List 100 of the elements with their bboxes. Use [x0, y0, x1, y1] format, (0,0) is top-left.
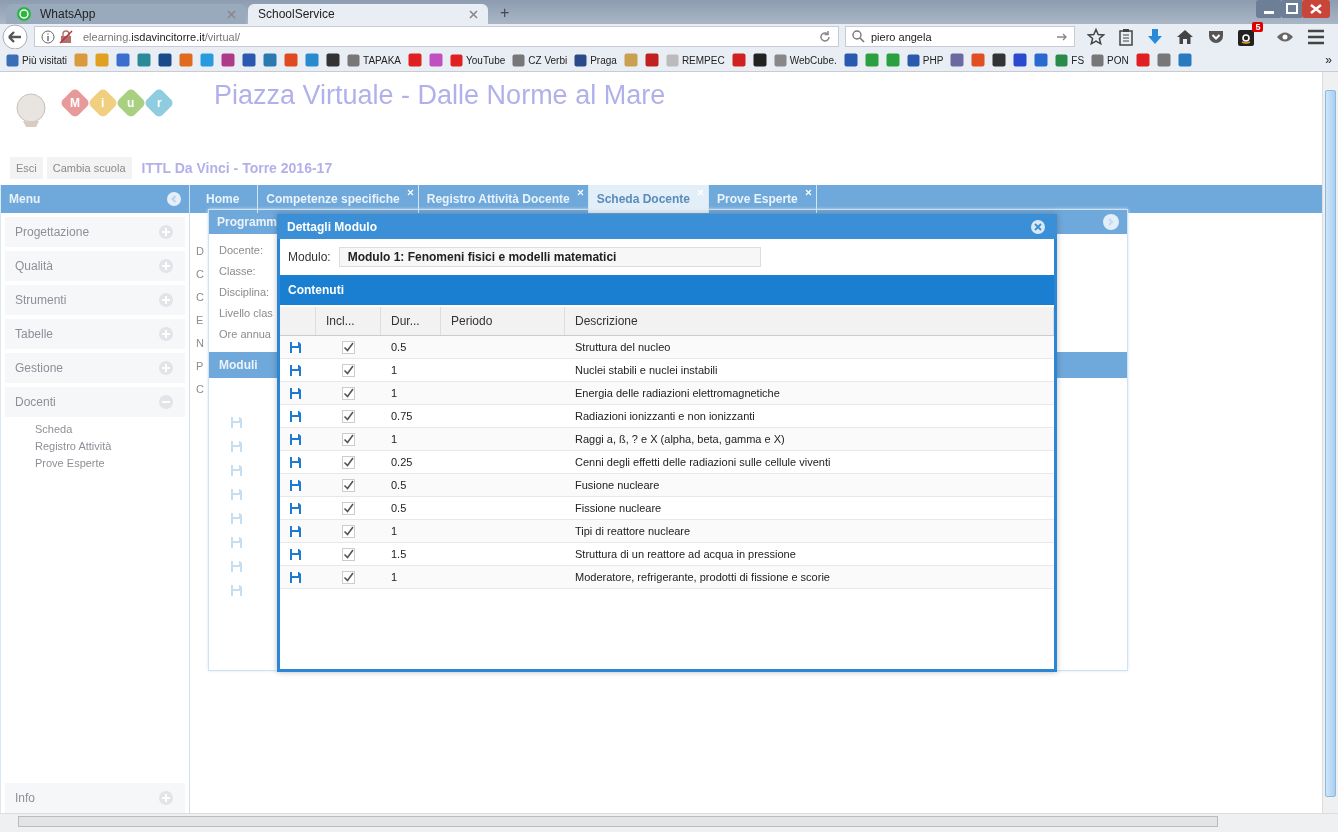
- download-icon[interactable]: [1147, 27, 1164, 46]
- window-controls[interactable]: [1256, 0, 1330, 18]
- text-fragment: C: [196, 383, 205, 395]
- bookmark-link[interactable]: Più visitati: [22, 54, 67, 66]
- text-fragment: D: [196, 245, 205, 257]
- emblem-icon: [14, 90, 48, 129]
- table-cell: Fusione nucleare: [575, 479, 660, 491]
- star-icon[interactable]: [1087, 27, 1106, 46]
- bookmark-link[interactable]: REMPEC: [681, 54, 725, 66]
- checkbox[interactable]: [342, 547, 355, 561]
- table-cell: Struttura del nucleo: [575, 341, 671, 353]
- table-cell: 0.5: [391, 479, 407, 491]
- save-icon[interactable]: [290, 410, 301, 422]
- close-icon[interactable]: [469, 9, 478, 19]
- arrow-right-icon[interactable]: [1057, 31, 1068, 42]
- column-header[interactable]: Dur...: [381, 307, 441, 335]
- info-icon[interactable]: [41, 29, 55, 44]
- checkbox[interactable]: [342, 432, 355, 446]
- table-cell: 0.5: [391, 502, 407, 514]
- checkbox[interactable]: [342, 478, 355, 492]
- bookmark-icon[interactable]: [752, 53, 767, 67]
- search-field[interactable]: piero angela: [845, 26, 1075, 47]
- table-cell: 1: [391, 525, 398, 537]
- column-header[interactable]: Periodo: [441, 307, 565, 335]
- table-cell: Energia delle radiazioni elettromagnetiche: [575, 387, 780, 399]
- collapse-icon[interactable]: [167, 192, 181, 206]
- bookmark-link[interactable]: Praga: [590, 54, 617, 66]
- panel-title: Programm: [217, 215, 278, 229]
- table-cell: Cenni degli effetti delle radiazioni sulle cellule viventi: [575, 456, 831, 468]
- url-text[interactable]: elearning.isdavincitorre.it/virtual/: [83, 30, 241, 43]
- expand-icon: [159, 395, 173, 409]
- bookmark-link[interactable]: YouTube: [466, 54, 506, 66]
- browser-tab[interactable]: SchoolService: [248, 4, 488, 24]
- module-field[interactable]: Modulo 1: Fenomeni fisici e modelli matematici: [338, 247, 761, 267]
- vertical-scrollbar[interactable]: [1322, 72, 1338, 813]
- table-cell: Tipi di reattore nucleare: [575, 525, 691, 537]
- table-cell: Moderatore, refrigerante, prodotti di fissione e scorie: [575, 571, 830, 583]
- bookmark-link[interactable]: CZ Verbi: [528, 54, 568, 66]
- horizontal-scrollbar[interactable]: [0, 813, 1338, 832]
- save-icon[interactable]: [290, 364, 301, 376]
- checkbox[interactable]: [342, 570, 355, 584]
- checkbox[interactable]: [342, 340, 355, 354]
- bookmark-icon[interactable]: [1013, 53, 1028, 67]
- address-bar[interactable]: elearning.isdavincitorre.it/virtual/: [34, 26, 839, 47]
- column-header[interactable]: Incl...: [316, 307, 381, 335]
- expand-icon: [159, 791, 173, 805]
- text-fragment: E: [196, 314, 205, 326]
- bookmark-link[interactable]: PHP: [922, 54, 944, 66]
- back-button[interactable]: [2, 23, 28, 50]
- expand-icon: [159, 259, 173, 273]
- checkbox[interactable]: [342, 524, 355, 538]
- logo: M i u r: [62, 85, 180, 134]
- table-cell: 1: [391, 387, 398, 399]
- menu-icon[interactable]: [1307, 28, 1326, 45]
- checkbox[interactable]: [342, 363, 355, 377]
- new-tab-button[interactable]: +: [490, 4, 520, 24]
- expand-icon: [159, 293, 173, 307]
- close-icon[interactable]: [1031, 219, 1045, 234]
- save-icon[interactable]: [290, 525, 301, 537]
- save-icon[interactable]: [290, 456, 301, 468]
- expand-icon: [159, 225, 173, 239]
- field-label: Disciplina:: [219, 286, 270, 298]
- clipboard-list-icon[interactable]: [1118, 27, 1135, 46]
- field-label: Docente:: [219, 244, 264, 256]
- save-icon[interactable]: [290, 571, 301, 583]
- bookmark-link[interactable]: WebCube.: [789, 54, 837, 66]
- save-icon[interactable]: [290, 341, 301, 353]
- save-icon[interactable]: [290, 502, 301, 514]
- bookmark-icon[interactable]: [992, 53, 1007, 67]
- bookmark-icon[interactable]: [574, 53, 588, 67]
- table-cell: 1.5: [391, 548, 407, 560]
- bookmark-link[interactable]: TAPAKA: [363, 54, 401, 66]
- checkbox[interactable]: [342, 386, 355, 400]
- pocket-icon[interactable]: [1207, 28, 1226, 45]
- text-fragment: N: [196, 337, 205, 349]
- bookmark-icon[interactable]: [326, 53, 340, 67]
- section-header: Contenuti: [280, 275, 1054, 305]
- home-icon[interactable]: [1176, 28, 1195, 45]
- text-fragment: C: [196, 268, 205, 280]
- browser-tab[interactable]: WhatsApp: [6, 4, 246, 24]
- checkbox[interactable]: [342, 455, 355, 469]
- table-cell: Radiazioni ionizzanti e non ionizzanti: [575, 410, 755, 422]
- bookmark-icon[interactable]: [158, 53, 172, 67]
- save-icon[interactable]: [290, 387, 301, 399]
- save-icon[interactable]: [290, 548, 301, 560]
- column-header[interactable]: Descrizione: [565, 307, 1054, 335]
- bookmark-link[interactable]: PON: [1107, 54, 1129, 66]
- checkbox[interactable]: [342, 501, 355, 515]
- bookmark-link[interactable]: FS: [1071, 54, 1085, 66]
- save-icon[interactable]: [290, 479, 301, 491]
- checkbox[interactable]: [342, 409, 355, 423]
- search-icon: [852, 30, 865, 43]
- reload-icon[interactable]: [818, 29, 832, 44]
- table-cell: 1: [391, 571, 398, 583]
- table-cell: 0.5: [391, 341, 407, 353]
- more-bookmarks-button[interactable]: »: [1325, 53, 1332, 67]
- save-icon[interactable]: [290, 433, 301, 445]
- school-name: ITTL Da Vinci - Torre 2016-17: [141, 160, 333, 176]
- collapse-icon[interactable]: [1103, 214, 1119, 230]
- table-cell: 1: [391, 364, 398, 376]
